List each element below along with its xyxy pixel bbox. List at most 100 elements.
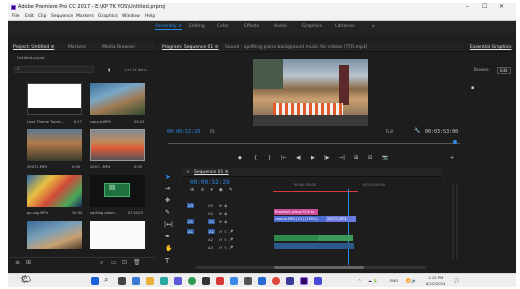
a1-controls[interactable]: MS🎤 — [219, 229, 235, 234]
fit-dropdown[interactable]: Fit — [210, 129, 215, 134]
program-current-timecode[interactable]: 00:00:52:29 — [167, 129, 200, 135]
clip-a1-audio[interactable] — [274, 235, 318, 241]
essential-graphics-title[interactable]: Essential Graphics — [470, 45, 511, 50]
premiere-taskbar-icon[interactable] — [300, 277, 308, 285]
v2-controls[interactable]: ⊞◉ — [219, 211, 230, 216]
start-button[interactable] — [91, 277, 99, 285]
close-sequence-icon[interactable]: × — [186, 170, 190, 175]
network-volume-icons[interactable]: 📶 🔊 — [406, 278, 417, 283]
tab-sequence-01[interactable]: Sequence 01 ≡ — [194, 170, 229, 175]
slip-tool-icon[interactable]: |↔| — [164, 221, 173, 228]
hand-tool-icon[interactable]: ✋ — [165, 245, 172, 252]
list-view-icon[interactable]: ≡ — [15, 259, 20, 266]
edge-icon[interactable] — [160, 277, 168, 285]
menu-edit[interactable]: Edit — [25, 14, 34, 19]
menu-window[interactable]: Window — [122, 14, 140, 19]
taskbar-search-icon[interactable]: ⌕ — [104, 275, 108, 285]
thumb-audio-blog[interactable]: ⦀⦀ — [90, 175, 145, 207]
tray-arrow-icon[interactable]: ^ — [358, 278, 361, 283]
tab-program[interactable]: Program: Sequence 01 ≡ — [162, 45, 219, 50]
tab-source-audio[interactable]: Sound - uplifting piano background music… — [225, 45, 367, 50]
task-view-icon[interactable] — [118, 277, 126, 285]
timeline-timecode[interactable]: 00:00:52:29 — [190, 179, 230, 186]
clock-time[interactable]: 1:10 PM — [428, 275, 443, 280]
clip-a1-audio-2[interactable] — [318, 235, 353, 241]
new-item-icon[interactable]: ⊡ — [122, 259, 127, 266]
weather-icon[interactable]: 🌤 — [20, 275, 31, 285]
menu-file[interactable]: File — [12, 14, 20, 19]
tab-project[interactable]: Project: Untitled ≡ — [13, 45, 54, 50]
thumb-ppcap[interactable] — [27, 175, 82, 207]
new-layer-icon[interactable]: ▪ — [471, 85, 474, 91]
go-to-out-button[interactable]: →| — [339, 155, 345, 161]
quality-dropdown[interactable]: Full — [386, 129, 393, 134]
track-a1[interactable]: A1 — [208, 229, 216, 234]
go-to-in-button[interactable]: |← — [281, 155, 287, 161]
taskbar-app-9[interactable] — [286, 277, 294, 285]
pen-tool-icon[interactable]: ✒ — [165, 233, 170, 240]
ripple-edit-tool-icon[interactable]: ✥ — [165, 197, 170, 204]
project-search-input[interactable]: ⌕ — [14, 66, 94, 73]
extract-button[interactable]: ⊟ — [368, 155, 372, 161]
track-v1[interactable]: V1 — [208, 219, 216, 224]
selection-tool-icon[interactable]: ➤ — [165, 173, 171, 181]
taskbar-app-10[interactable] — [314, 277, 322, 285]
lift-button[interactable]: ⊞ — [354, 155, 358, 161]
menu-clip[interactable]: Clip — [38, 14, 47, 19]
tab-edit[interactable]: Edit — [497, 67, 511, 74]
mark-in-button[interactable]: { — [254, 155, 257, 161]
program-playhead[interactable] — [453, 140, 457, 144]
workspace-color[interactable]: Color — [217, 24, 229, 29]
taskbar-app-8[interactable] — [272, 277, 280, 285]
a2-controls[interactable]: MS🎤 — [219, 237, 235, 242]
v3-controls[interactable]: ⊞◉ — [219, 203, 230, 208]
menu-markers[interactable]: Markers — [76, 14, 94, 19]
taskbar-app-7[interactable] — [258, 277, 266, 285]
workspace-libraries[interactable]: Libraries — [335, 24, 354, 29]
razor-tool-icon[interactable]: ✎ — [165, 209, 170, 216]
workspace-editing[interactable]: Editing — [189, 24, 205, 29]
tab-markers[interactable]: Markers — [68, 45, 86, 50]
minimize-button[interactable]: – — [466, 3, 469, 10]
timeline-playhead[interactable] — [348, 189, 349, 265]
workspace-audio[interactable]: Audio — [274, 24, 287, 29]
thumb-2007-selected[interactable] — [90, 129, 145, 161]
workspace-graphics[interactable]: Graphics — [302, 24, 322, 29]
close-button[interactable]: ✕ — [499, 3, 504, 10]
v3-target[interactable]: V3 — [187, 203, 195, 208]
taskbar-app-1[interactable] — [132, 277, 140, 285]
new-bin-icon[interactable]: ▮ — [108, 67, 110, 72]
step-forward-button[interactable]: |▶ — [324, 155, 330, 161]
menu-help[interactable]: Help — [145, 14, 155, 19]
program-video-frame[interactable] — [253, 59, 368, 126]
tab-media-browser[interactable]: Media Browser — [102, 45, 135, 50]
thumb-capcut[interactable] — [90, 83, 145, 115]
language-indicator[interactable]: ENG — [390, 278, 398, 283]
taskbar-app-4[interactable] — [216, 277, 224, 285]
clip-v1-capcut[interactable]: capcut.MP4 [V1] [150%] — [274, 216, 326, 222]
icon-view-icon[interactable]: ⊞ — [26, 259, 31, 266]
timeline-settings-icons[interactable]: ⊕⋔▾◆✎ — [190, 187, 239, 193]
thumb-8[interactable] — [90, 221, 145, 249]
program-scrubber[interactable] — [168, 143, 460, 144]
wrench-icon[interactable]: 🔧 — [414, 128, 420, 134]
clock-date[interactable]: 8/10/2024 — [426, 281, 445, 286]
chrome-icon[interactable] — [188, 277, 196, 285]
menu-sequence[interactable]: Sequence — [51, 14, 73, 19]
clear-icon[interactable]: 🗑 — [133, 259, 141, 266]
v1-controls[interactable]: ⊞◉ — [219, 219, 230, 224]
taskbar-app-3[interactable] — [202, 277, 210, 285]
add-marker-button[interactable]: ◆ — [238, 155, 242, 161]
tray-icons[interactable]: ☁ 🔋 — [368, 278, 378, 283]
clip-a2-audio[interactable] — [274, 243, 354, 249]
notification-icon[interactable]: 💬 — [454, 278, 459, 283]
taskbar-app-2[interactable] — [174, 277, 182, 285]
maximize-button[interactable]: ☐ — [482, 3, 487, 10]
mark-out-button[interactable]: } — [268, 155, 271, 161]
v1-target[interactable]: V1 — [187, 219, 195, 224]
timeline-scrollbar-thumb[interactable] — [274, 266, 364, 269]
new-bin-footer-icon[interactable]: ▭ — [111, 259, 117, 266]
more-workspaces-icon[interactable]: » — [372, 24, 375, 29]
button-editor-icon[interactable]: + — [450, 155, 454, 161]
type-tool-icon[interactable]: T — [165, 257, 169, 265]
